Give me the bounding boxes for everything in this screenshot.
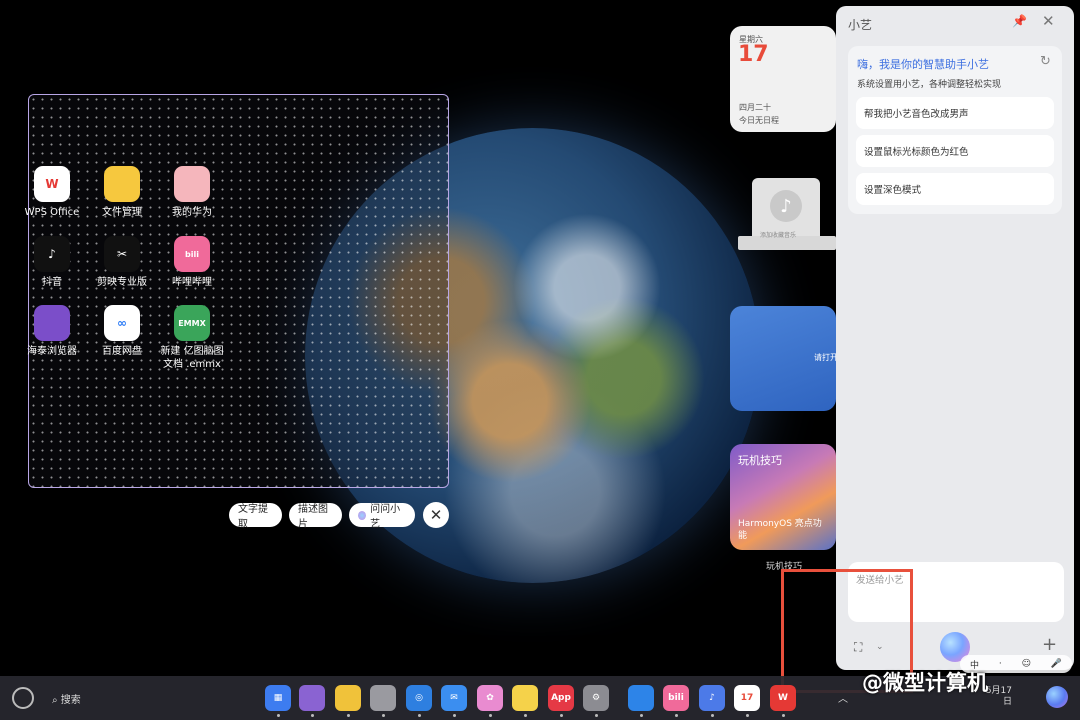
xiaoyi-avatar-icon[interactable] — [1046, 686, 1068, 708]
photos-icon[interactable]: ✿ — [477, 685, 503, 711]
dock-running-indicator — [746, 714, 749, 717]
dock-running-indicator — [595, 714, 598, 717]
dock-running-indicator — [675, 714, 678, 717]
desktop-app[interactable]: ∞ 百度网盘 — [87, 305, 157, 358]
memo-icon[interactable] — [512, 685, 538, 711]
xiaoyi-orb-icon — [358, 510, 367, 520]
desktop-app[interactable]: W WPS Office — [17, 166, 87, 219]
emmx-file-icon: EMMX — [174, 305, 210, 341]
mail-icon[interactable]: ✉ — [441, 685, 467, 711]
panel-close-icon[interactable]: ✕ — [1042, 12, 1055, 30]
blue-widget[interactable]: 请打开 — [730, 306, 838, 411]
music-icon[interactable]: ♪ — [699, 685, 725, 711]
desktop-app[interactable]: 我的华为 — [157, 166, 227, 219]
ask-xiaoyi-label: 问问小艺 — [370, 504, 401, 530]
desktop-app[interactable]: EMMX 新建 亿图脑图文档 .emmx — [157, 305, 227, 371]
start-button[interactable] — [12, 687, 34, 709]
music-note-icon: ♪ — [770, 190, 802, 222]
close-icon: ✕ — [429, 506, 443, 524]
files-icon[interactable] — [628, 685, 654, 711]
wps-dock-icon[interactable]: W — [770, 685, 796, 711]
app-gallery-icon[interactable]: App — [548, 685, 574, 711]
app-label: 我的华为 — [172, 207, 212, 218]
calendar-widget[interactable]: 星期六 17 四月二十 今日无日程 — [730, 26, 836, 132]
close-selection-button[interactable]: ✕ — [423, 502, 449, 528]
app-grid-icon[interactable]: ▦ — [265, 685, 291, 711]
describe-image-button[interactable]: 描述图片 — [289, 503, 342, 530]
suggestion-item[interactable]: 设置深色模式 — [856, 173, 1054, 205]
desktop-app[interactable]: bili 哔哩哔哩 — [157, 236, 227, 289]
desktop-app[interactable]: ♪ 抖音 — [17, 236, 87, 289]
desktop-app[interactable]: ✂ 剪映专业版 — [87, 236, 157, 289]
tips-widget[interactable]: 玩机技巧 HarmonyOS 亮点功能 — [730, 444, 836, 550]
wps-office-icon: W — [34, 166, 70, 202]
add-icon[interactable]: + — [1042, 634, 1057, 655]
greeting-card: 嗨，我是你的智慧助手小艺 ↻ 系统设置用小艺，各种调整轻松实现 帮我把小艺音色改… — [848, 46, 1062, 214]
screenshot-selection-region[interactable] — [28, 94, 449, 488]
trash-icon[interactable] — [370, 685, 396, 711]
ask-xiaoyi-button[interactable]: 问问小艺 — [349, 503, 415, 530]
notes-icon[interactable] — [335, 685, 361, 711]
music-widget[interactable]: ♪ 添加收藏音乐 — [738, 178, 836, 258]
music-widget-text: 添加收藏音乐 — [760, 232, 797, 239]
baidu-netdisk-icon: ∞ — [104, 305, 140, 341]
haitai-browser-icon — [34, 305, 70, 341]
gallery-app-icon[interactable] — [299, 685, 325, 711]
blue-widget-text: 请打开 — [814, 353, 838, 362]
dock-running-indicator — [782, 714, 785, 717]
suggestion-item[interactable]: 设置鼠标光标颜色为红色 — [856, 135, 1054, 167]
app-label: 新建 亿图脑图文档 .emmx — [160, 346, 224, 370]
tray-chevron-up-icon[interactable]: ︿ — [838, 690, 848, 705]
panel-title: 小艺 — [848, 18, 873, 32]
bilibili-dock-icon[interactable]: bili — [663, 685, 689, 711]
dock-running-indicator — [489, 714, 492, 717]
watermark: @微型计算机 — [862, 671, 988, 695]
calendar-lunar-date: 四月二十 — [739, 103, 771, 112]
dock-running-indicator — [311, 714, 314, 717]
taskbar-search-label: 搜索 — [60, 695, 81, 706]
file-manager-icon — [104, 166, 140, 202]
ime-emoji-icon[interactable]: ☺ — [1022, 659, 1031, 669]
text-extract-button[interactable]: 文字提取 — [229, 503, 282, 530]
taskbar-search[interactable]: ⌕ 搜索 — [52, 691, 81, 706]
dock-running-indicator — [640, 714, 643, 717]
calendar-lunar: 四月二十 今日无日程 — [739, 101, 779, 127]
desktop-app[interactable]: 海泰浏览器 — [17, 305, 87, 358]
tips-widget-header: 玩机技巧 — [738, 454, 782, 467]
bilibili-icon: bili — [174, 236, 210, 272]
app-label: 海泰浏览器 — [27, 346, 77, 357]
desktop-app[interactable]: 文件管理 — [87, 166, 157, 219]
ime-punctuation-label[interactable]: · — [999, 659, 1002, 669]
ime-mic-icon[interactable]: 🎤 — [1051, 659, 1062, 669]
jianying-icon: ✂ — [104, 236, 140, 272]
app-label: 文件管理 — [102, 207, 142, 218]
browser-icon[interactable]: ◎ — [406, 685, 432, 711]
app-label: 百度网盘 — [102, 346, 142, 357]
app-label: WPS Office — [24, 207, 80, 218]
tips-widget-body: HarmonyOS 亮点功能 — [738, 519, 822, 541]
refresh-icon[interactable]: ↻ — [1040, 54, 1051, 69]
app-label: 哔哩哔哩 — [172, 277, 212, 288]
dock-running-indicator — [453, 714, 456, 717]
dock-running-indicator — [277, 714, 280, 717]
dock-running-indicator — [560, 714, 563, 717]
calendar-dock-icon[interactable]: 17 — [734, 685, 760, 711]
my-huawei-icon — [174, 166, 210, 202]
app-label: 剪映专业版 — [97, 277, 147, 288]
greeting-subtitle: 系统设置用小艺，各种调整轻松实现 — [857, 80, 1002, 90]
calendar-events: 今日无日程 — [739, 116, 779, 125]
dock-running-indicator — [382, 714, 385, 717]
search-icon: ⌕ — [52, 695, 58, 706]
pin-icon[interactable]: 📌 — [1012, 14, 1027, 28]
greeting-text: 嗨，我是你的智慧助手小艺 — [857, 58, 989, 71]
dock-running-indicator — [347, 714, 350, 717]
settings-icon[interactable]: ⚙ — [583, 685, 609, 711]
douyin-icon: ♪ — [34, 236, 70, 272]
calendar-day: 17 — [738, 42, 769, 67]
dock-running-indicator — [711, 714, 714, 717]
suggestion-item[interactable]: 帮我把小艺音色改成男声 — [856, 97, 1054, 129]
dock-running-indicator — [418, 714, 421, 717]
app-label: 抖音 — [42, 277, 62, 288]
dock-running-indicator — [524, 714, 527, 717]
